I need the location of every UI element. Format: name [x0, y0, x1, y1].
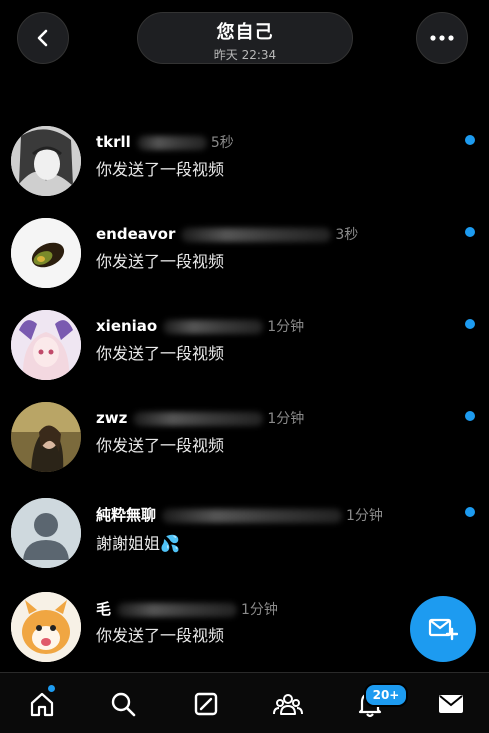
- page-title: 您自己: [216, 22, 274, 43]
- more-icon: [430, 35, 454, 41]
- nav-grok[interactable]: [191, 689, 221, 719]
- list-item[interactable]: zwz 1分钟 你发送了一段视频: [0, 388, 489, 480]
- message-preview: 你发送了一段视频: [96, 626, 225, 645]
- home-icon: [30, 692, 54, 717]
- conversation-name-line: 純粋無聊 1分钟: [96, 504, 383, 525]
- conversation-name-line: endeavor 3秒: [96, 224, 358, 244]
- timestamp: 5秒: [210, 135, 234, 151]
- contact-name: 毛: [96, 600, 112, 618]
- nav-search[interactable]: [108, 689, 138, 719]
- contact-name: 純粋無聊: [96, 506, 157, 524]
- nav-home[interactable]: [27, 689, 57, 719]
- nav-messages[interactable]: [436, 689, 466, 719]
- timestamp: 3秒: [335, 227, 359, 243]
- nav-communities[interactable]: [273, 689, 303, 719]
- unread-indicator: [465, 135, 475, 145]
- conversation-name-line: 毛 1分钟: [96, 598, 278, 619]
- avatar: [11, 218, 81, 288]
- list-item[interactable]: 純粋無聊 1分钟 謝謝姐姐💦: [0, 480, 489, 578]
- conversation-name-line: xieniao 1分钟: [96, 316, 304, 336]
- home-unread-dot: [48, 685, 55, 692]
- contact-name: zwz: [96, 409, 128, 427]
- conversation-title[interactable]: 您自己 昨天 22:34: [137, 12, 353, 64]
- bottom-nav: 20+: [0, 672, 489, 733]
- timestamp: 1分钟: [267, 411, 305, 427]
- list-item[interactable]: endeavor 3秒 你发送了一段视频: [0, 204, 489, 296]
- new-message-icon: [428, 618, 458, 641]
- avatar: [11, 592, 81, 662]
- timestamp: 1分钟: [346, 508, 383, 524]
- avatar: [11, 310, 81, 380]
- unread-indicator: [465, 411, 475, 421]
- new-message-button[interactable]: [410, 596, 476, 662]
- conversation-list: tkrll 5秒 你发送了一段视频 endeavor 3秒 你发送了一段视频 xie…: [0, 112, 489, 670]
- search-icon: [111, 692, 136, 717]
- back-button[interactable]: [17, 12, 69, 64]
- message-preview: 你发送了一段视频: [96, 252, 225, 271]
- more-button[interactable]: [416, 12, 468, 64]
- contact-name: xieniao: [96, 317, 158, 335]
- unread-indicator: [465, 227, 475, 237]
- avatar: [11, 126, 81, 196]
- grok-icon: [194, 692, 218, 716]
- message-preview: 你发送了一段视频: [96, 160, 225, 179]
- mail-icon: [439, 695, 463, 713]
- conversation-name-line: zwz 1分钟: [96, 408, 304, 428]
- message-preview: 謝謝姐姐💦: [96, 534, 180, 553]
- back-icon: [37, 29, 48, 47]
- timestamp: 1分钟: [241, 602, 278, 618]
- page-subtitle: 昨天 22:34: [213, 48, 277, 62]
- contact-name: endeavor: [96, 225, 176, 243]
- unread-indicator: [465, 507, 475, 517]
- list-item[interactable]: xieniao 1分钟 你发送了一段视频: [0, 296, 489, 388]
- notification-badge: 20+: [364, 683, 408, 707]
- avatar: [11, 498, 81, 568]
- top-bar: 您自己 昨天 22:34: [0, 0, 489, 80]
- list-item[interactable]: tkrll 5秒 你发送了一段视频: [0, 112, 489, 204]
- avatar: [11, 402, 81, 472]
- communities-icon: [273, 694, 303, 715]
- timestamp: 1分钟: [267, 319, 305, 335]
- conversation-name-line: tkrll 5秒: [96, 132, 234, 152]
- message-preview: 你发送了一段视频: [96, 344, 225, 363]
- contact-name: tkrll: [96, 133, 131, 151]
- unread-indicator: [465, 319, 475, 329]
- message-preview: 你发送了一段视频: [96, 436, 225, 455]
